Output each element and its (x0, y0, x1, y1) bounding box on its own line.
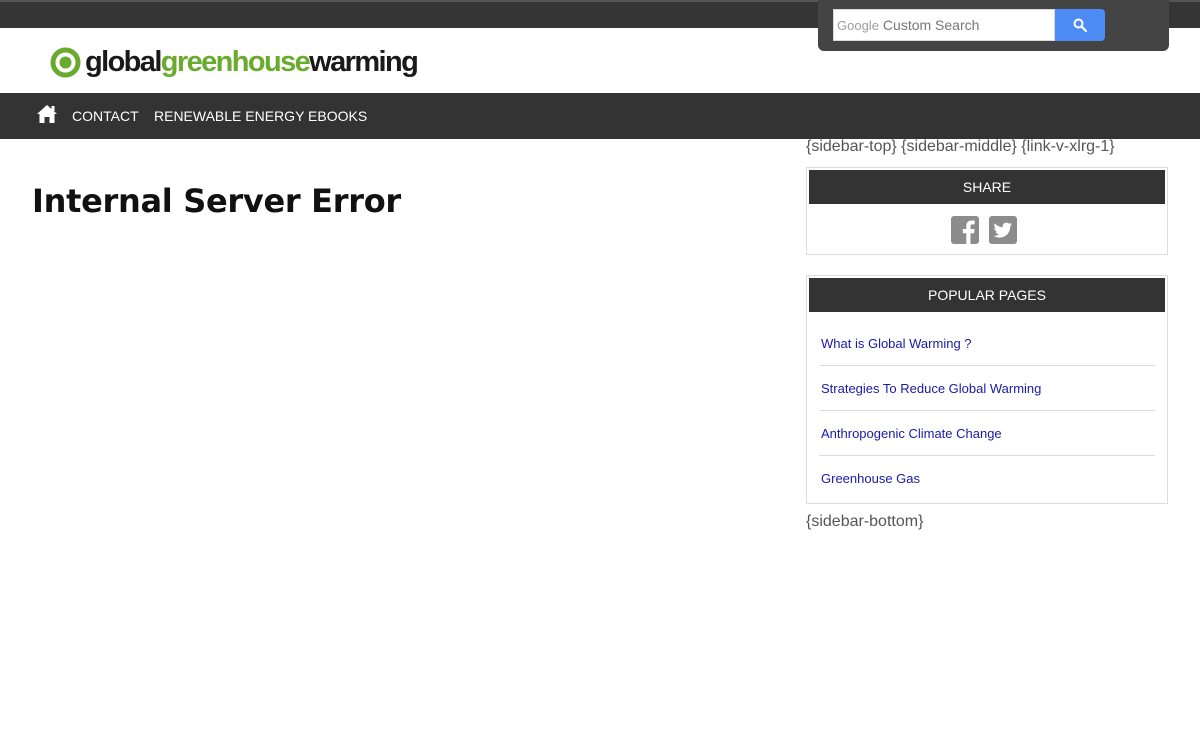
nav-item-renewable-energy-ebooks[interactable]: RENEWABLE ENERGY EBOOKS (154, 93, 367, 139)
sidebar-top-placeholder: {sidebar-top} {sidebar-middle} {link-v-x… (806, 138, 1115, 155)
popular-link-greenhouse-gas[interactable]: Greenhouse Gas (821, 471, 920, 486)
list-item: What is Global Warming ? (819, 321, 1155, 366)
facebook-share-button[interactable] (951, 216, 979, 244)
logo-word-warming: warming (309, 45, 419, 78)
popular-pages-widget: POPULAR PAGES What is Global Warming ? S… (806, 275, 1168, 504)
site-logo[interactable]: globalgreenhousewarming (50, 44, 419, 80)
facebook-icon (951, 216, 979, 244)
logo-word-global: global (85, 45, 162, 78)
popular-link-what-is-global-warming[interactable]: What is Global Warming ? (821, 336, 972, 351)
page-title: Internal Server Error (32, 182, 401, 220)
search-input[interactable]: Google Custom Search (833, 9, 1055, 41)
main-nav: CONTACT RENEWABLE ENERGY EBOOKS (0, 93, 1200, 139)
nav-item-contact[interactable]: CONTACT (72, 93, 139, 139)
logo-word-greenhouse: greenhouse (160, 45, 311, 78)
logo-ring-icon (50, 47, 81, 77)
search-button[interactable] (1055, 9, 1105, 41)
google-branding: Google (837, 17, 879, 33)
twitter-icon (989, 216, 1017, 244)
list-item: Greenhouse Gas (819, 456, 1155, 501)
share-icons (951, 216, 1017, 244)
popular-pages-list: What is Global Warming ? Strategies To R… (819, 321, 1155, 501)
list-item: Strategies To Reduce Global Warming (819, 366, 1155, 411)
popular-link-strategies[interactable]: Strategies To Reduce Global Warming (821, 381, 1041, 396)
logo-text: globalgreenhousewarming (85, 45, 419, 78)
popular-link-anthropogenic[interactable]: Anthropogenic Climate Change (821, 426, 1002, 441)
search-box: Google Custom Search (818, 0, 1169, 51)
home-link[interactable] (36, 104, 58, 124)
popular-pages-heading: POPULAR PAGES (809, 278, 1165, 312)
search-placeholder: Custom Search (882, 17, 980, 33)
twitter-share-button[interactable] (989, 216, 1017, 244)
sidebar-bottom-placeholder: {sidebar-bottom} (806, 513, 924, 530)
share-heading: SHARE (809, 170, 1165, 204)
list-item: Anthropogenic Climate Change (819, 411, 1155, 456)
home-icon (37, 105, 57, 123)
share-widget: SHARE (806, 167, 1168, 255)
search-icon (1073, 18, 1087, 32)
